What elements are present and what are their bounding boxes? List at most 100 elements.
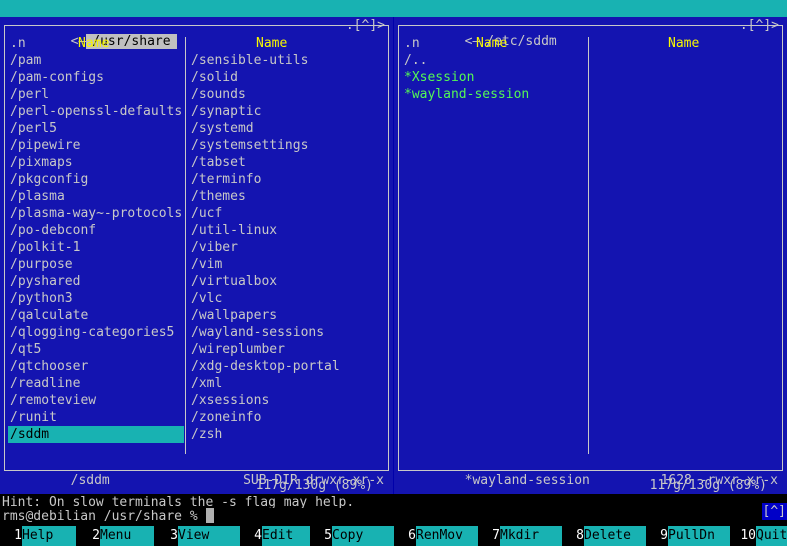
function-key-2[interactable]: 2Menu <box>76 526 154 546</box>
file-row[interactable]: /wireplumber <box>189 341 385 358</box>
right-panel-sort-indicator[interactable]: .n <box>404 35 420 52</box>
file-row[interactable]: /qlogging-categories5 <box>8 324 184 341</box>
file-name[interactable]: /sddm <box>8 426 184 443</box>
file-name[interactable]: *wayland-session <box>402 86 529 103</box>
file-row[interactable]: /readline <box>8 375 184 392</box>
file-row[interactable]: /ucf <box>189 205 385 222</box>
file-row[interactable]: /sensible-utils <box>189 52 385 69</box>
file-row[interactable]: /perl <box>8 86 184 103</box>
file-row[interactable]: /polkit-1 <box>8 239 184 256</box>
file-name[interactable]: /xsessions <box>189 392 269 409</box>
file-row[interactable]: /xml <box>189 375 385 392</box>
file-row[interactable]: /purpose <box>8 256 184 273</box>
function-key-label[interactable]: Delete <box>584 526 646 546</box>
file-row[interactable]: /themes <box>189 188 385 205</box>
file-name[interactable]: /qtchooser <box>8 358 88 375</box>
file-name[interactable]: /runit <box>8 409 57 426</box>
file-name[interactable]: /xdg-desktop-portal <box>189 358 340 375</box>
file-row[interactable]: /xdg-desktop-portal <box>189 358 385 375</box>
file-name[interactable]: /remoteview <box>8 392 96 409</box>
function-key-9[interactable]: 9PullDn <box>646 526 730 546</box>
function-key-label[interactable]: Menu <box>100 526 154 546</box>
right-panel-file-column-1[interactable]: /.. *Xsession *wayland-session <box>402 52 586 103</box>
file-name[interactable]: /sensible-utils <box>189 52 308 69</box>
file-row[interactable]: /plasma <box>8 188 184 205</box>
file-row[interactable]: /pyshared <box>8 273 184 290</box>
file-name[interactable]: /sounds <box>189 86 246 103</box>
function-key-label[interactable]: PullDn <box>668 526 730 546</box>
file-name[interactable]: /qlogging-categories5 <box>8 324 174 341</box>
file-name[interactable]: /wallpapers <box>189 307 277 324</box>
left-panel-title[interactable]: <—/usr/share <box>8 18 177 49</box>
file-row[interactable]: /tabset <box>189 154 385 171</box>
file-name[interactable]: /perl <box>8 86 49 103</box>
file-row[interactable]: /qt5 <box>8 341 184 358</box>
file-row[interactable]: /qtchooser <box>8 358 184 375</box>
file-row[interactable]: /vlc <box>189 290 385 307</box>
file-row[interactable]: /pipewire <box>8 137 184 154</box>
file-name[interactable]: /readline <box>8 375 80 392</box>
file-row[interactable]: /perl-openssl-defaults <box>8 103 184 120</box>
function-key-label[interactable]: Help <box>22 526 76 546</box>
file-row[interactable]: /util-linux <box>189 222 385 239</box>
file-name[interactable]: /systemd <box>189 120 254 137</box>
file-name[interactable]: /pkgconfig <box>8 171 88 188</box>
file-name[interactable]: /.. <box>402 52 427 69</box>
file-row[interactable]: /pam <box>8 52 184 69</box>
file-row[interactable]: *Xsession <box>402 69 586 86</box>
file-name[interactable]: /po-debconf <box>8 222 96 239</box>
file-name[interactable]: /wayland-sessions <box>189 324 324 341</box>
file-name[interactable]: /plasma-way~-protocols <box>8 205 182 222</box>
file-name[interactable]: /xml <box>189 375 222 392</box>
function-key-6[interactable]: 6RenMov <box>394 526 478 546</box>
file-name[interactable]: /solid <box>189 69 238 86</box>
right-panel-col2-header[interactable]: Name <box>668 35 699 52</box>
file-name[interactable]: /systemsettings <box>189 137 308 154</box>
left-panel-col2-header[interactable]: Name <box>256 35 287 52</box>
file-name[interactable]: /vlc <box>189 290 222 307</box>
function-key-label[interactable]: Mkdir <box>500 526 562 546</box>
file-row[interactable]: /perl5 <box>8 120 184 137</box>
file-name[interactable]: /plasma <box>8 188 65 205</box>
file-row[interactable]: /.. <box>402 52 586 69</box>
file-name[interactable]: /qalculate <box>8 307 88 324</box>
file-row[interactable]: /vim <box>189 256 385 273</box>
file-name[interactable]: /synaptic <box>189 103 261 120</box>
file-row[interactable]: /systemsettings <box>189 137 385 154</box>
function-key-label[interactable]: Quit <box>756 526 787 546</box>
file-row[interactable]: /terminfo <box>189 171 385 188</box>
file-name[interactable]: /qt5 <box>8 341 41 358</box>
left-panel-file-column-1[interactable]: /pam/pam-configs/perl/perl-openssl-defau… <box>8 52 184 443</box>
file-row[interactable]: /qalculate <box>8 307 184 324</box>
function-key-10[interactable]: 10Quit <box>730 526 787 546</box>
function-key-label[interactable]: View <box>178 526 240 546</box>
left-panel-sort-indicator[interactable]: .n <box>10 35 26 52</box>
command-line[interactable]: rms@debilian /usr/share % <box>0 508 787 526</box>
file-row[interactable]: /pam-configs <box>8 69 184 86</box>
left-panel-corner-indicator[interactable]: .[^]> <box>346 18 385 34</box>
function-key-label[interactable]: RenMov <box>416 526 478 546</box>
file-row[interactable]: /wayland-sessions <box>189 324 385 341</box>
file-name[interactable]: /polkit-1 <box>8 239 80 256</box>
right-panel-col1-header[interactable]: Name <box>476 35 507 52</box>
file-name[interactable]: /pam <box>8 52 41 69</box>
file-name[interactable]: /pyshared <box>8 273 80 290</box>
left-panel-file-column-2[interactable]: /sensible-utils/solid/sounds/synaptic/sy… <box>189 52 385 443</box>
file-name[interactable]: /terminfo <box>189 171 261 188</box>
function-key-3[interactable]: 3View <box>154 526 240 546</box>
file-name[interactable]: /pam-configs <box>8 69 104 86</box>
file-row[interactable]: /viber <box>189 239 385 256</box>
function-key-label[interactable]: Copy <box>332 526 394 546</box>
file-row[interactable]: /po-debconf <box>8 222 184 239</box>
file-row[interactable]: /zoneinfo <box>189 409 385 426</box>
file-name[interactable]: /viber <box>189 239 238 256</box>
file-name[interactable]: /virtualbox <box>189 273 277 290</box>
file-row[interactable]: /plasma-way~-protocols <box>8 205 184 222</box>
file-name[interactable]: /python3 <box>8 290 73 307</box>
file-name[interactable]: /purpose <box>8 256 73 273</box>
right-panel-title[interactable]: <—/etc/sddm <box>402 18 563 49</box>
file-name[interactable]: /ucf <box>189 205 222 222</box>
left-panel[interactable]: <—/usr/share .[^]> .n Name Name /pam/pam… <box>0 17 393 494</box>
file-name[interactable]: /wireplumber <box>189 341 285 358</box>
function-key-label[interactable]: Edit <box>262 526 310 546</box>
